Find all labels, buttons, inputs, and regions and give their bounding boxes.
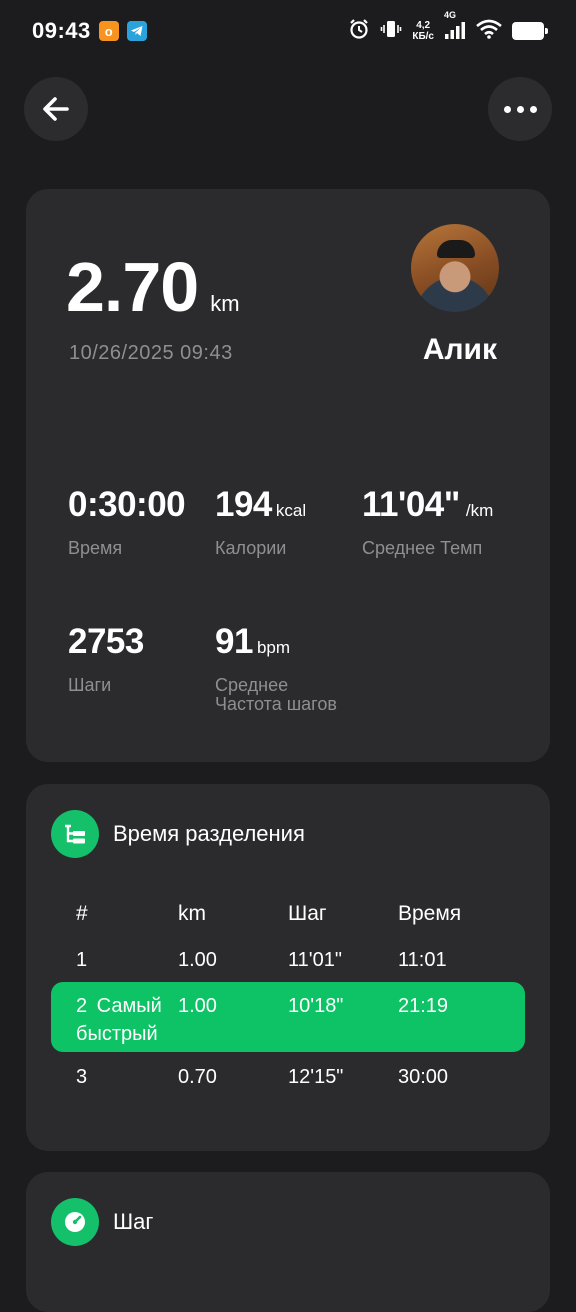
split-time: 21:19 [398,995,449,1017]
avatar[interactable] [411,224,499,312]
wifi-icon [476,19,502,44]
network-speed-unit: КБ/с [412,31,434,42]
stat-label: Среднее Темп [362,538,483,558]
split-number: 2 Самый быстрый [76,995,162,1045]
split-time: 11:01 [398,949,447,971]
distance-unit: km [210,291,240,316]
status-bar-left: 09:43 о [32,18,147,44]
workout-summary-card: 2.70 km 10/26/2025 09:43 Алик 0:30:00 Вр… [26,189,550,762]
pace-card: Шаг [26,1172,550,1312]
stat-label: Шаги [68,675,112,695]
status-bar-right: 4,2 КБ/с 4G [348,10,548,45]
pace-header[interactable]: Шаг [51,1198,153,1246]
split-pace: 12'15" [288,1066,344,1088]
splits-list-icon [51,810,99,858]
split-pace: 11'01" [288,949,342,971]
table-header: # km Шаг Время [51,890,525,935]
stat-calories: 194 kcal Калории [215,485,306,558]
split-time: 30:00 [398,1066,449,1088]
speedometer-icon [51,1198,99,1246]
split-pace: 10'18" [288,995,344,1017]
distance: 2.70 km [66,247,240,327]
stat-unit: bpm [256,638,291,657]
splits-card: Время разделения # km Шаг Время 1 1.00 1… [26,784,550,1151]
alarm-icon [348,18,370,45]
battery-icon [512,22,548,40]
stat-label: Калории [215,538,287,558]
split-number: 3 [76,1066,88,1088]
more-options-button[interactable] [488,77,552,141]
split-km: 0.70 [178,1066,217,1088]
telegram-icon [126,21,147,41]
splits-title: Время разделения [113,821,305,846]
network-type: 4G [444,10,457,20]
stat-value: 2753 [68,622,144,661]
stat-value: 194 [215,485,272,524]
user-name: Алик [422,333,497,366]
status-bar: 09:43 о 4,2 КБ/с 4G [0,0,576,62]
table-row: 3 0.70 12'15" 30:00 [51,1052,525,1097]
splits-table: # km Шаг Время 1 1.00 11'01" 11:01 2 Сам… [51,890,525,1097]
odnoklassniki-icon: о [98,21,119,41]
more-dots-icon [503,105,537,113]
stat-steps: 2753 Шаги [68,622,148,695]
column-header: # [76,902,88,925]
workout-datetime: 10/26/2025 09:43 [69,342,233,364]
stat-value: 91 [215,622,253,661]
column-header: Шаг [288,902,327,925]
cellular-signal-icon: 4G [444,10,466,42]
arrow-left-icon [43,97,69,121]
stat-cadence: 91 bpm Среднее Частота шагов [215,622,337,714]
stat-duration: 0:30:00 Время [68,485,189,558]
vibrate-icon [380,18,402,45]
status-time: 09:43 [32,18,91,43]
table-row: 1 1.00 11'01" 11:01 [51,935,525,980]
column-header: Время [398,902,462,925]
stat-value: 11'04" [362,485,460,524]
network-speed-value: 4,2 [416,20,431,31]
back-button[interactable] [24,77,88,141]
split-number: 1 [76,949,88,971]
table-row-fastest: 2 Самый быстрый 1.00 10'18" 21:19 [51,982,525,1052]
column-header: km [178,902,206,925]
stat-label: Среднее Частота шагов [215,675,337,714]
splits-header[interactable]: Время разделения [51,810,305,858]
stat-value: 0:30:00 [68,485,186,524]
network-speed: 4,2 КБ/с [412,20,434,42]
split-km: 1.00 [178,995,217,1017]
stat-avg-pace: 11'04" /km Среднее Темп [362,485,493,558]
pace-title: Шаг [113,1209,154,1234]
stat-unit: /km [465,501,494,520]
distance-value: 2.70 [66,248,199,326]
stat-unit: kcal [275,501,307,520]
stat-label: Время [68,538,123,558]
split-km: 1.00 [178,949,217,971]
